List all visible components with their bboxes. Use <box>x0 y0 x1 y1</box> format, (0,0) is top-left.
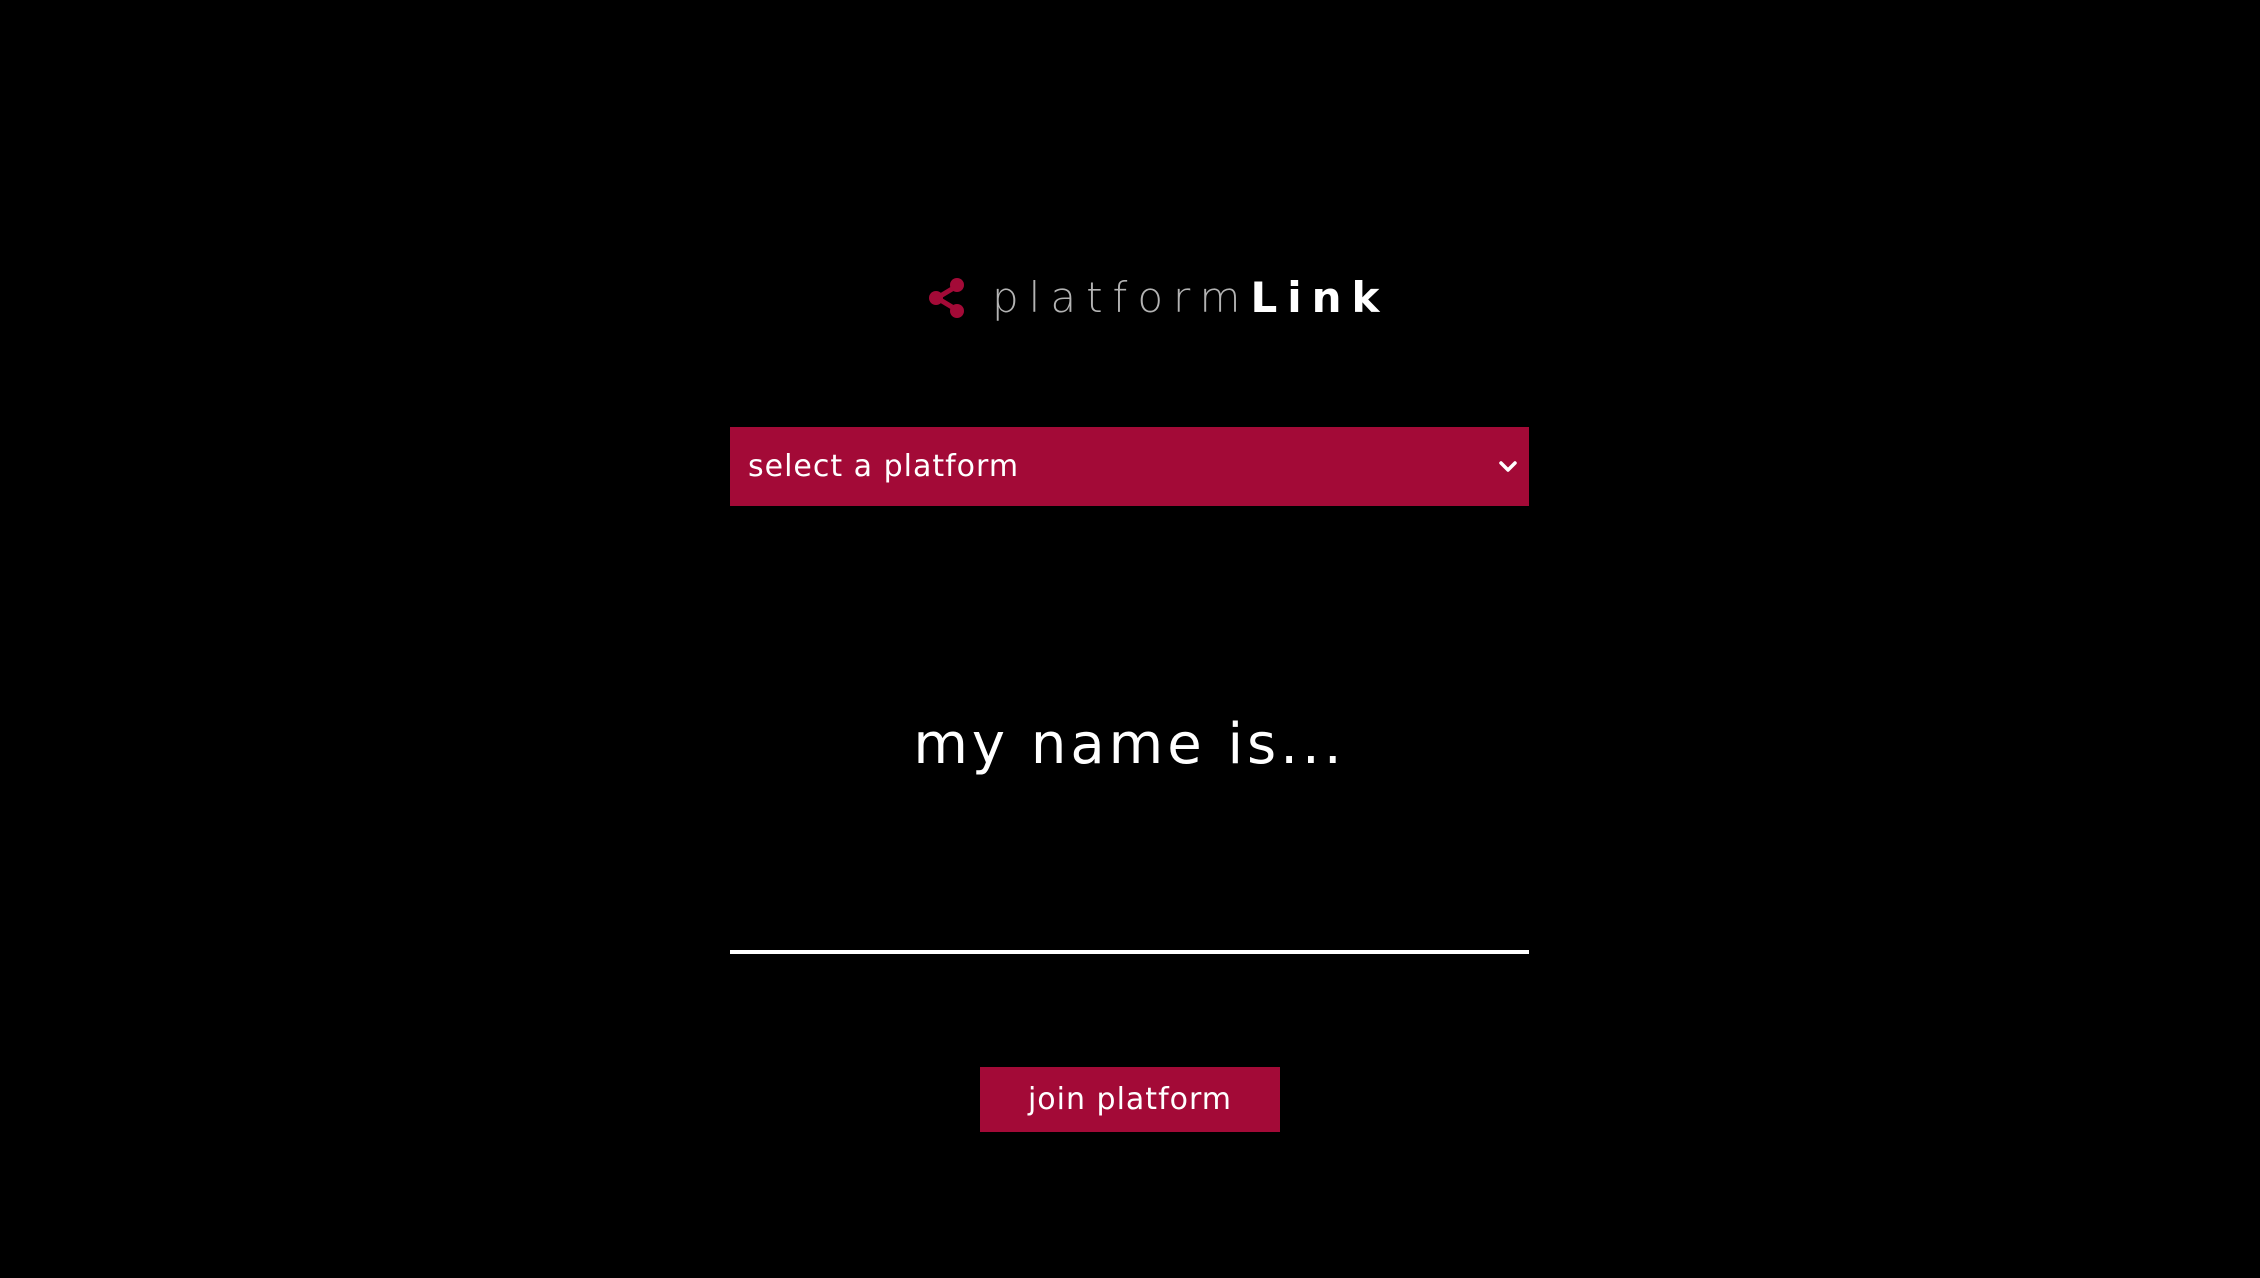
brand-name-bold: Link <box>1250 273 1390 322</box>
brand-name-light: platform <box>992 273 1251 322</box>
join-platform-button[interactable]: join platform <box>980 1067 1280 1132</box>
join-page: platformLink select a platform my name i… <box>0 0 2260 1278</box>
brand-name: platformLink <box>992 262 1389 334</box>
name-input[interactable] <box>730 880 1529 954</box>
logo: platformLink <box>926 262 1389 334</box>
chevron-down-icon <box>1499 461 1517 472</box>
share-icon <box>929 278 964 318</box>
name-prompt-label: my name is... <box>913 712 1346 777</box>
platform-select[interactable]: select a platform <box>730 427 1529 506</box>
platform-select-value: select a platform <box>748 449 1020 484</box>
